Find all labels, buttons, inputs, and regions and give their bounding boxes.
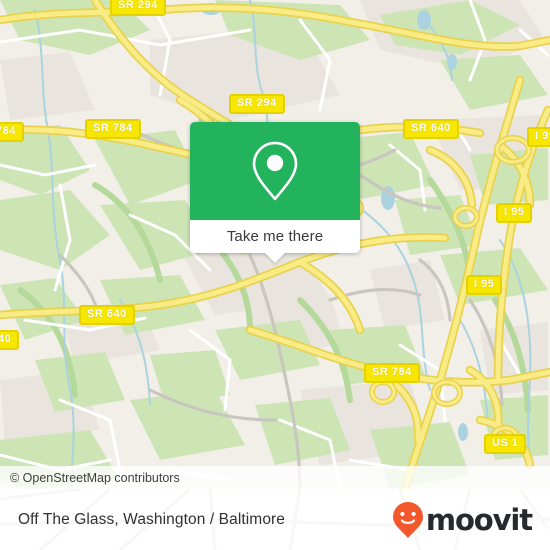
attribution-text: © OpenStreetMap contributors xyxy=(10,470,180,485)
footer-content: Off The Glass, Washington / Baltimore mo… xyxy=(0,489,550,550)
moovit-map-screenshot: SR 294 SR 294 SR 784 784 SR 640 I 95 I 9… xyxy=(0,0,550,550)
road-shield: 40 xyxy=(0,330,20,350)
road-shield: SR 294 xyxy=(110,0,166,16)
moovit-logo[interactable]: moovit xyxy=(392,501,533,539)
map-pin-icon xyxy=(252,141,298,201)
road-shield: SR 294 xyxy=(229,94,285,114)
road-shield: 784 xyxy=(0,122,24,142)
map-attribution-bar: © OpenStreetMap contributors xyxy=(0,466,550,489)
place-callout-card[interactable]: Take me there xyxy=(190,122,360,263)
road-shield: I 95 xyxy=(527,127,550,147)
map-canvas[interactable]: SR 294 SR 294 SR 784 784 SR 640 I 95 I 9… xyxy=(0,0,550,489)
road-shield: I 95 xyxy=(466,275,503,295)
moovit-smiley-pin-icon xyxy=(392,501,423,538)
callout-pointer-tail xyxy=(264,252,286,263)
road-shield: I 95 xyxy=(496,203,533,223)
moovit-wordmark: moovit xyxy=(425,502,533,537)
take-me-there-label: Take me there xyxy=(226,227,324,245)
road-shield: US 1 xyxy=(484,434,527,454)
footer-bar: Off The Glass, Washington / Baltimore mo… xyxy=(0,489,550,550)
page-title: Off The Glass, Washington / Baltimore xyxy=(18,510,286,528)
road-shield: SR 784 xyxy=(85,119,141,139)
road-shield: SR 784 xyxy=(364,363,420,383)
callout-header xyxy=(190,122,360,220)
road-shield: SR 640 xyxy=(79,305,135,325)
callout-action-bar[interactable]: Take me there xyxy=(190,220,360,263)
road-shield: SR 640 xyxy=(403,119,459,139)
